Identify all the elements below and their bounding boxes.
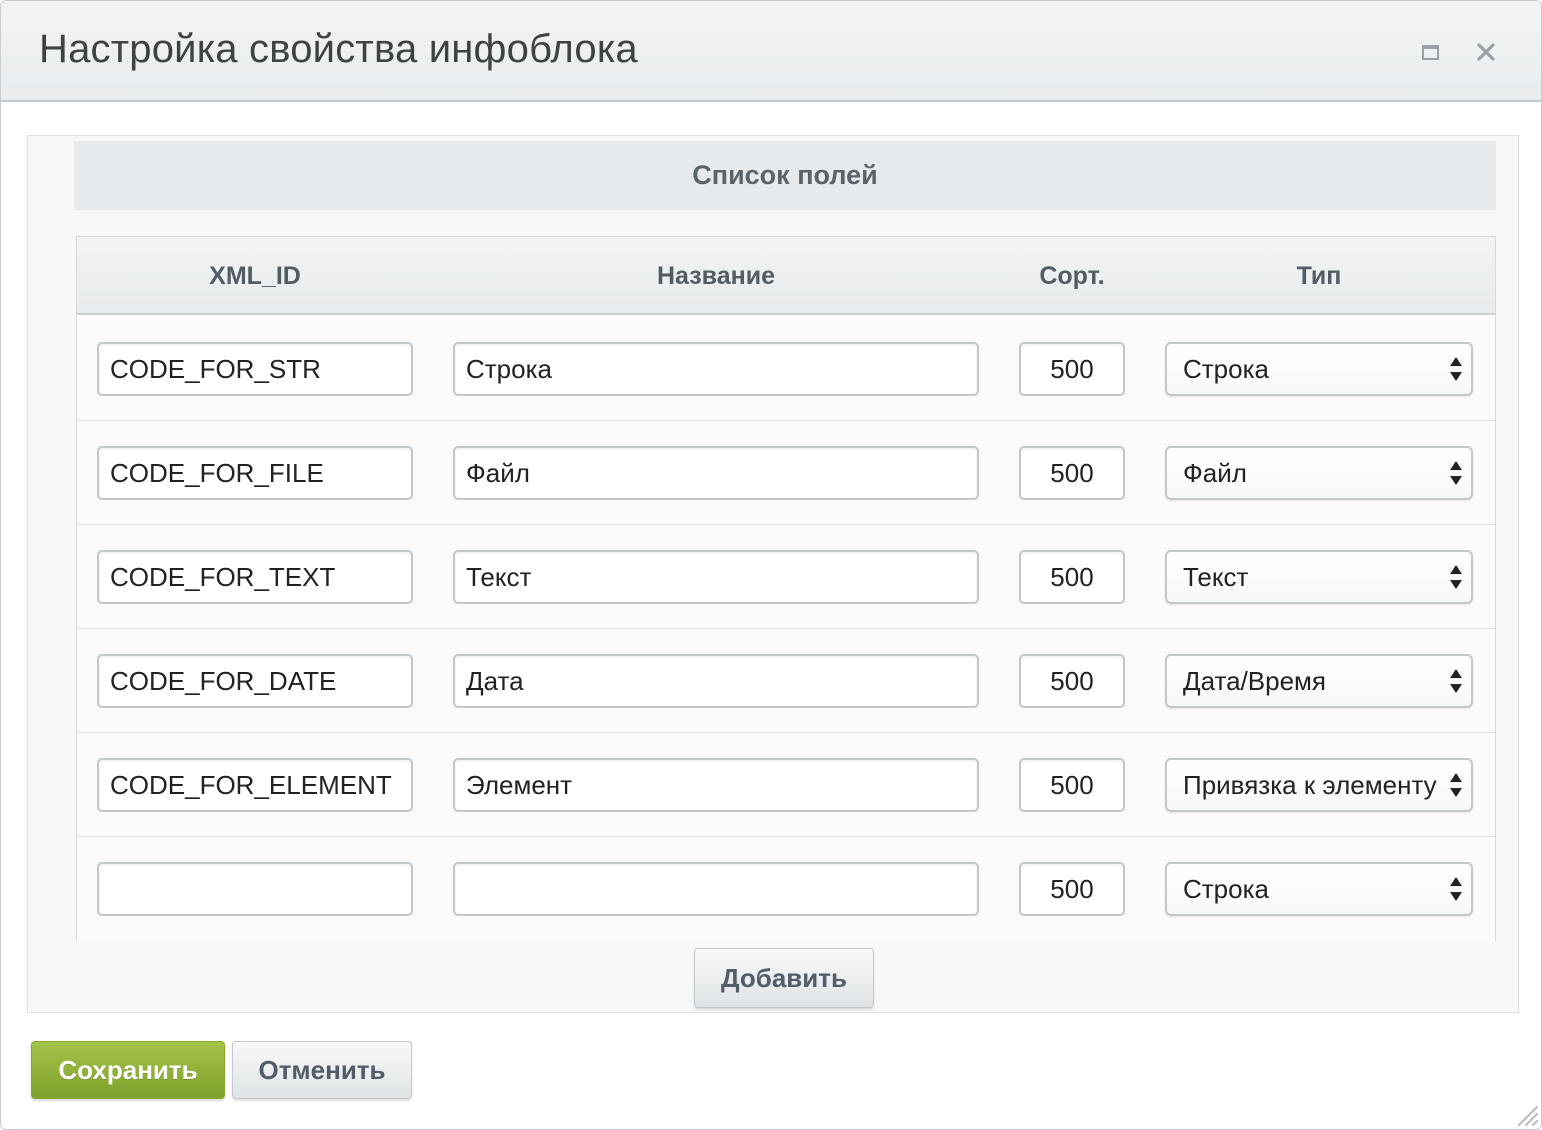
table-row: Строка [77,837,1495,941]
dialog-title: Настройка свойства инфоблока [39,27,638,71]
fields-table: XML_ID Название Сорт. Тип Строка Ф [76,236,1496,941]
sort-input[interactable] [1019,446,1125,500]
section-title: Список полей [74,141,1496,210]
maximize-icon [1421,44,1439,60]
column-header-type: Тип [1296,261,1342,290]
type-select[interactable]: Строка [1165,862,1473,916]
sort-input[interactable] [1019,862,1125,916]
name-input[interactable] [453,758,979,812]
name-input[interactable] [453,862,979,916]
name-input[interactable] [453,446,979,500]
resize-handle-icon[interactable] [1513,1101,1539,1127]
type-select-value: Строка [1183,354,1270,384]
xml-id-input[interactable] [97,342,413,396]
table-row: Дата/Время [77,629,1495,733]
select-arrows-icon [1450,461,1462,485]
type-select-value: Привязка к элементу [1183,770,1437,800]
name-input[interactable] [453,550,979,604]
xml-id-input[interactable] [97,862,413,916]
property-settings-dialog: Настройка свойства инфоблока Список поле… [0,0,1542,1130]
xml-id-input[interactable] [97,550,413,604]
content-panel: Список полей XML_ID Название Сорт. Тип С… [27,135,1519,1013]
close-icon [1477,43,1495,61]
type-select[interactable]: Дата/Время [1165,654,1473,708]
table-row: Текст [77,525,1495,629]
type-select-value: Строка [1183,874,1270,904]
cancel-button[interactable]: Отменить [232,1041,412,1099]
type-select[interactable]: Строка [1165,342,1473,396]
select-arrows-icon [1450,357,1462,381]
type-select[interactable]: Привязка к элементу [1165,758,1473,812]
select-arrows-icon [1450,565,1462,589]
xml-id-input[interactable] [97,758,413,812]
type-select-value: Дата/Время [1183,666,1327,696]
name-input[interactable] [453,342,979,396]
type-select-value: Файл [1183,458,1247,488]
type-select[interactable]: Файл [1165,446,1473,500]
type-select-value: Текст [1183,562,1249,592]
sort-input[interactable] [1019,654,1125,708]
sort-input[interactable] [1019,342,1125,396]
column-header-sort: Сорт. [1039,261,1105,290]
select-arrows-icon [1450,877,1462,901]
column-header-name: Название [656,261,775,290]
select-arrows-icon [1450,773,1462,797]
type-select[interactable]: Текст [1165,550,1473,604]
table-row: Привязка к элементу [77,733,1495,837]
dialog-titlebar[interactable]: Настройка свойства инфоблока [1,1,1541,102]
table-header: XML_ID Название Сорт. Тип [77,237,1495,315]
table-row: Файл [77,421,1495,525]
maximize-button[interactable] [1412,34,1448,70]
column-header-xml-id: XML_ID [209,261,301,290]
table-row: Строка [77,317,1495,421]
select-arrows-icon [1450,669,1462,693]
sort-input[interactable] [1019,550,1125,604]
xml-id-input[interactable] [97,654,413,708]
sort-input[interactable] [1019,758,1125,812]
close-button[interactable] [1468,34,1504,70]
add-row-button[interactable]: Добавить [694,948,874,1008]
xml-id-input[interactable] [97,446,413,500]
save-button[interactable]: Сохранить [31,1041,225,1099]
name-input[interactable] [453,654,979,708]
